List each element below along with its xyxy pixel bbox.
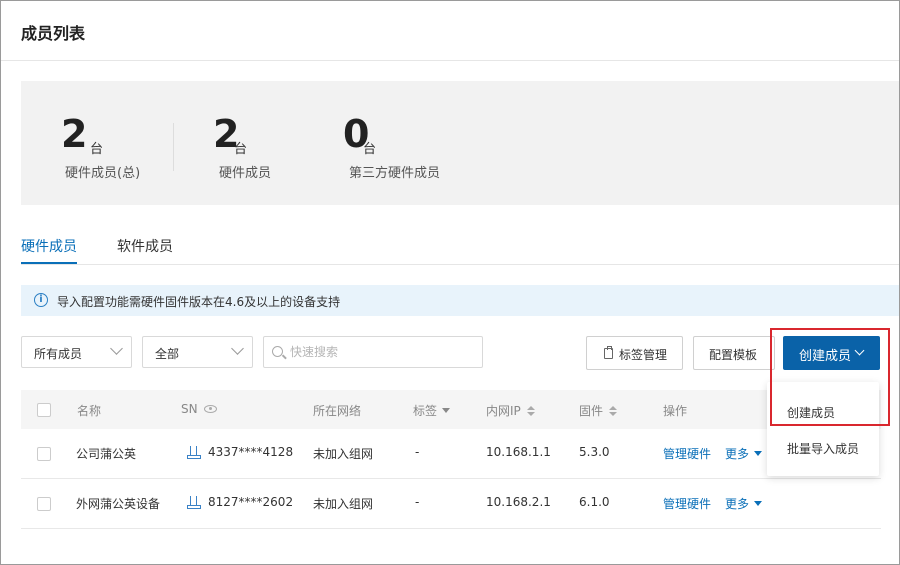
eye-icon[interactable] — [203, 405, 217, 413]
stat-value: 2 — [61, 112, 88, 156]
column-header-firmware[interactable]: 固件 — [579, 402, 618, 419]
cell-name: 外网蒲公英设备 — [76, 497, 161, 511]
sort-icon — [609, 406, 618, 416]
manage-hardware-link[interactable]: 管理硬件 — [663, 495, 711, 512]
active-tab-indicator — [21, 262, 77, 264]
stat-label: 第三方硬件成员 — [349, 166, 441, 181]
table-row: 外网蒲公英设备 8127****2602 未加入组网 - 10.168.2.1 … — [21, 479, 881, 529]
tab-hardware-members[interactable]: 硬件成员 — [21, 236, 77, 256]
config-template-button[interactable]: 配置模板 — [693, 336, 775, 370]
page-header: 成员列表 — [1, 1, 899, 61]
column-header-network: 所在网络 — [313, 404, 362, 418]
tag-icon — [604, 346, 613, 359]
column-header-sn-label: SN — [181, 402, 198, 416]
cell-tag: - — [415, 495, 420, 509]
member-tabs: 硬件成员 软件成员 — [21, 223, 899, 265]
select-value: 全部 — [155, 347, 180, 361]
cell-network: 未加入组网 — [313, 497, 374, 511]
cell-ip: 10.168.2.1 — [486, 495, 551, 509]
router-icon — [187, 446, 201, 459]
notice-bar: i 导入配置功能需硬件固件版本在4.6及以上的设备支持 — [21, 285, 899, 316]
more-label: 更多 — [725, 497, 750, 511]
table-header: 名称 SN 所在网络 标签 内网IP 固件 操作 — [21, 390, 881, 429]
cell-name: 公司蒲公英 — [76, 447, 137, 461]
router-icon — [187, 496, 201, 509]
column-header-name: 名称 — [77, 404, 102, 418]
stat-unit: 台 — [363, 142, 377, 157]
cell-tag: - — [415, 445, 420, 459]
cell-ip: 10.168.1.1 — [486, 445, 551, 459]
cell-firmware: 6.1.0 — [579, 495, 610, 509]
search-box — [263, 336, 483, 368]
stat-unit: 台 — [234, 142, 248, 157]
page-title: 成员列表 — [21, 24, 86, 43]
stat-label: 硬件成员 — [219, 166, 272, 181]
member-filter-select[interactable]: 所有成员 — [21, 336, 132, 368]
more-label: 更多 — [725, 447, 750, 461]
notice-text: 导入配置功能需硬件固件版本在4.6及以上的设备支持 — [57, 295, 341, 309]
scope-filter-select[interactable]: 全部 — [142, 336, 253, 368]
column-header-tag-label: 标签 — [413, 404, 438, 418]
more-actions-link[interactable]: 更多 — [725, 495, 763, 512]
more-actions-link[interactable]: 更多 — [725, 445, 763, 462]
select-all-checkbox[interactable] — [37, 403, 51, 417]
cell-sn: 8127****2602 — [208, 495, 294, 509]
tag-manage-button[interactable]: 标签管理 — [586, 336, 683, 370]
cell-network: 未加入组网 — [313, 447, 374, 461]
chevron-down-icon — [110, 342, 123, 355]
manage-hardware-link[interactable]: 管理硬件 — [663, 445, 711, 462]
cell-firmware: 5.3.0 — [579, 445, 610, 459]
search-input[interactable] — [290, 343, 475, 361]
column-header-sn: SN — [181, 402, 217, 416]
cell-sn: 4337****4128 — [208, 445, 294, 459]
row-checkbox[interactable] — [37, 497, 51, 511]
menu-item-batch-import[interactable]: 批量导入成员 — [787, 440, 859, 457]
stat-unit: 台 — [90, 142, 104, 157]
column-header-ip[interactable]: 内网IP — [486, 402, 535, 419]
info-icon: i — [34, 293, 48, 307]
caret-down-icon — [754, 501, 763, 506]
row-checkbox[interactable] — [37, 447, 51, 461]
stat-label: 硬件成员(总) — [65, 166, 141, 181]
app-window: 成员列表 2 台 硬件成员(总) 2 台 硬件成员 0 台 第三方硬件成员 硬件… — [0, 0, 900, 565]
select-value: 所有成员 — [34, 347, 83, 361]
column-header-firmware-label: 固件 — [579, 404, 604, 418]
highlight-annotation — [770, 328, 890, 426]
column-header-tag[interactable]: 标签 — [413, 402, 451, 419]
table-row: 公司蒲公英 4337****4128 未加入组网 - 10.168.1.1 5.… — [21, 429, 881, 479]
caret-down-icon — [442, 408, 451, 413]
sort-icon — [526, 406, 535, 416]
caret-down-icon — [754, 451, 763, 456]
tab-software-members[interactable]: 软件成员 — [117, 236, 173, 256]
stats-panel: 2 台 硬件成员(总) 2 台 硬件成员 0 台 第三方硬件成员 — [21, 81, 899, 205]
column-header-ip-label: 内网IP — [486, 404, 521, 418]
stat-divider — [173, 123, 174, 171]
column-header-actions: 操作 — [663, 404, 688, 418]
chevron-down-icon — [231, 342, 244, 355]
button-label: 标签管理 — [619, 348, 668, 362]
search-icon — [272, 346, 283, 357]
button-label: 配置模板 — [709, 348, 758, 362]
